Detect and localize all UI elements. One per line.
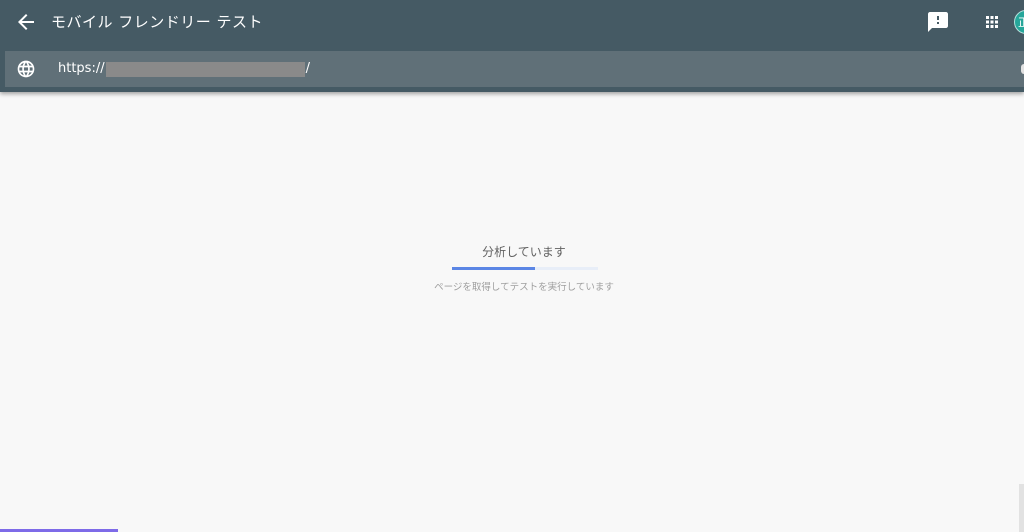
url-text[interactable]: https:// /: [58, 60, 310, 78]
feedback-button[interactable]: [926, 10, 950, 34]
analysis-status-title: 分析しています: [482, 245, 566, 259]
scrollbar-thumb[interactable]: [1019, 484, 1024, 532]
redacted-domain: [105, 61, 305, 77]
back-button[interactable]: [14, 10, 38, 34]
url-suffix: /: [305, 61, 310, 76]
progress-bar: [452, 267, 598, 270]
top-app-bar: モバイル フレンドリー テスト https:// /: [0, 0, 1024, 92]
apps-grid-icon: [986, 16, 998, 28]
main-content: 分析しています ページを取得してテストを実行しています: [0, 92, 1024, 532]
arrow-back-icon: [18, 14, 34, 30]
title-bar: モバイル フレンドリー テスト: [0, 0, 1024, 44]
url-bar[interactable]: https:// /: [5, 51, 1024, 87]
url-prefix: https://: [58, 61, 105, 76]
feedback-icon: [928, 12, 948, 32]
apps-button[interactable]: [980, 10, 1004, 34]
progress-bar-fill: [452, 267, 536, 270]
globe-icon: [17, 60, 35, 78]
page-title: モバイル フレンドリー テスト: [51, 13, 264, 31]
analysis-status-subtitle: ページを取得してテストを実行しています: [434, 282, 614, 293]
account-avatar[interactable]: 正: [1014, 10, 1024, 34]
app-root: モバイル フレンドリー テスト https:// / 分析しています ページを取…: [0, 0, 1024, 532]
